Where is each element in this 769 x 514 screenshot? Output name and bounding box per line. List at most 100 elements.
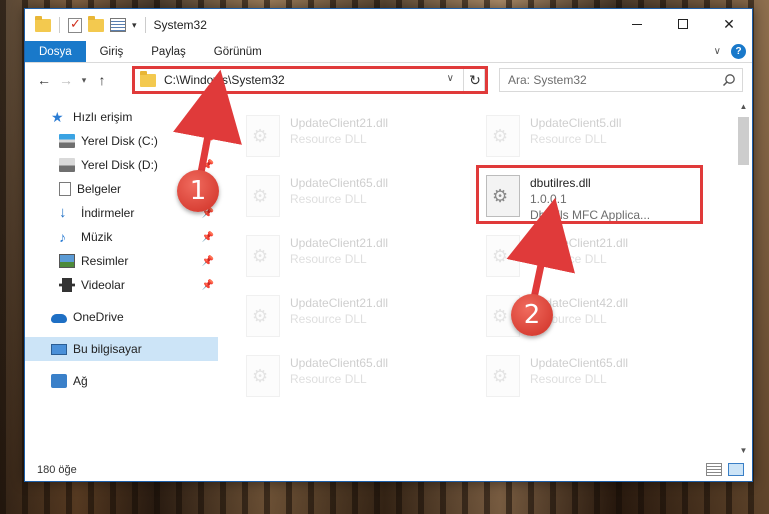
file-item[interactable]: UpdateClient5.dll Resource DLL: [480, 107, 705, 165]
content-area: ★ Hızlı erişim Yerel Disk (C:) 📌 Yerel D…: [25, 99, 752, 459]
file-name: UpdateClient21.dll: [530, 236, 629, 250]
file-item[interactable]: UpdateClient21.dll Resource DLL: [240, 227, 465, 285]
network-icon: [51, 374, 67, 388]
search-input[interactable]: Ara: System32: [499, 68, 743, 92]
dll-file-icon: [486, 235, 520, 277]
computer-icon: [51, 343, 67, 355]
file-description: Resource DLL: [290, 132, 367, 146]
properties-check-icon[interactable]: [68, 16, 82, 33]
sidebar-item-label: Hızlı erişim: [73, 110, 133, 124]
pin-icon: 📌: [201, 136, 214, 147]
navigation-pane: ★ Hızlı erişim Yerel Disk (C:) 📌 Yerel D…: [25, 99, 218, 459]
file-name: UpdateClient65.dll: [290, 356, 389, 370]
file-description: Resource DLL: [530, 252, 607, 266]
dll-file-icon: [246, 355, 280, 397]
file-name: UpdateClient65.dll: [530, 356, 629, 370]
qa-separator: [59, 17, 60, 33]
videos-icon: [59, 278, 75, 292]
sidebar-item-label: Yerel Disk (D:): [81, 158, 158, 172]
scroll-down-icon[interactable]: ▼: [735, 443, 752, 459]
file-highlight-box: [476, 165, 703, 224]
step-badge-2: 2: [511, 294, 553, 336]
file-name: UpdateClient65.dll: [290, 176, 389, 190]
documents-icon: [59, 182, 71, 196]
pictures-icon: [59, 254, 75, 268]
drive-icon: [59, 158, 75, 172]
dll-file-icon: [486, 115, 520, 157]
file-item[interactable]: UpdateClient21.dll Resource DLL: [480, 227, 705, 285]
sidebar-item-music[interactable]: ♪ Müzik 📌: [25, 225, 218, 249]
dll-file-icon: [246, 115, 280, 157]
close-icon: ✕: [723, 15, 735, 32]
file-name: UpdateClient21.dll: [290, 116, 389, 130]
dll-file-icon: [246, 235, 280, 277]
properties-icon[interactable]: [110, 18, 126, 32]
sidebar-item-disk-c[interactable]: Yerel Disk (C:) 📌: [25, 129, 218, 153]
expand-ribbon-icon[interactable]: ∨: [714, 46, 721, 57]
star-icon: ★: [51, 109, 64, 125]
minimize-button[interactable]: [614, 9, 660, 39]
folder-icon: [35, 15, 51, 32]
status-bar: 180 öğe: [25, 459, 752, 481]
file-description: Resource DLL: [290, 192, 367, 206]
view-buttons: [706, 463, 744, 476]
search-placeholder: Ara: System32: [508, 73, 587, 87]
tab-giris[interactable]: Giriş: [86, 41, 138, 62]
tab-paylas[interactable]: Paylaş: [137, 41, 200, 62]
dll-file-icon: [486, 355, 520, 397]
scrollbar-thumb[interactable]: [738, 117, 749, 165]
step-badge-1: 1: [177, 170, 219, 212]
tab-dosya[interactable]: Dosya: [25, 41, 86, 62]
file-name: UpdateClient21.dll: [290, 296, 389, 310]
navigation-bar: ← → ▾ ↑ C:\Windows\System32 ∨ ↻ Ara: Sys…: [25, 63, 752, 97]
forward-button[interactable]: →: [55, 72, 77, 88]
pin-icon: 📌: [201, 280, 214, 291]
sidebar-item-this-pc[interactable]: Bu bilgisayar: [25, 337, 218, 361]
download-icon: ↓: [59, 204, 67, 221]
qa-separator: [144, 17, 146, 33]
up-button[interactable]: ↑: [91, 72, 113, 88]
sidebar-item-onedrive[interactable]: OneDrive: [25, 305, 218, 329]
back-button[interactable]: ←: [33, 72, 55, 88]
new-folder-icon[interactable]: [88, 15, 104, 32]
file-item[interactable]: UpdateClient21.dll Resource DLL: [240, 287, 465, 345]
sidebar-item-label: Ağ: [73, 374, 88, 388]
maximize-icon: [678, 19, 688, 29]
recent-locations-icon[interactable]: ▾: [77, 75, 91, 86]
sidebar-item-network[interactable]: Ağ: [25, 369, 218, 393]
sidebar-item-label: Bu bilgisayar: [73, 342, 142, 356]
vertical-scrollbar[interactable]: ▲ ▼: [735, 99, 752, 459]
qa-dropdown-icon[interactable]: ▾: [132, 20, 137, 31]
sidebar-item-label: Yerel Disk (C:): [81, 134, 158, 148]
sidebar-item-label: OneDrive: [73, 310, 124, 324]
sidebar-item-videos[interactable]: Videolar 📌: [25, 273, 218, 297]
tab-gorunum[interactable]: Görünüm: [200, 41, 276, 62]
pin-icon: 📌: [201, 256, 214, 267]
file-description: Resource DLL: [530, 372, 607, 386]
sidebar-item-label: Videolar: [81, 278, 125, 292]
title-bar: ▾ System32 ✕: [25, 9, 752, 41]
file-item[interactable]: UpdateClient65.dll Resource DLL: [480, 347, 705, 405]
tiles-view-icon[interactable]: [728, 463, 744, 476]
minimize-icon: [632, 23, 642, 25]
file-description: Resource DLL: [290, 372, 367, 386]
search-icon[interactable]: [722, 73, 736, 87]
ribbon-right-controls: ∨ ?: [714, 44, 746, 59]
item-count: 180 öğe: [37, 464, 77, 476]
maximize-button[interactable]: [660, 9, 706, 39]
help-icon[interactable]: ?: [731, 44, 746, 59]
sidebar-item-label: Belgeler: [77, 182, 122, 196]
file-item[interactable]: UpdateClient21.dll Resource DLL: [240, 107, 465, 165]
pin-icon: 📌: [201, 160, 214, 171]
sidebar-item-label: İndirmeler: [81, 206, 135, 220]
details-view-icon[interactable]: [706, 463, 722, 476]
ribbon-tabs: Dosya Giriş Paylaş Görünüm ∨ ?: [25, 41, 752, 63]
file-item[interactable]: UpdateClient65.dll Resource DLL: [240, 167, 465, 225]
sidebar-item-pictures[interactable]: Resimler 📌: [25, 249, 218, 273]
sidebar-item-label: Müzik: [81, 230, 113, 244]
file-explorer-window: ▾ System32 ✕ Dosya Giriş Paylaş Görünüm …: [24, 8, 753, 482]
file-item[interactable]: UpdateClient65.dll Resource DLL: [240, 347, 465, 405]
sidebar-item-quick-access[interactable]: ★ Hızlı erişim: [25, 105, 218, 129]
close-button[interactable]: ✕: [706, 9, 752, 39]
scroll-up-icon[interactable]: ▲: [735, 99, 752, 115]
